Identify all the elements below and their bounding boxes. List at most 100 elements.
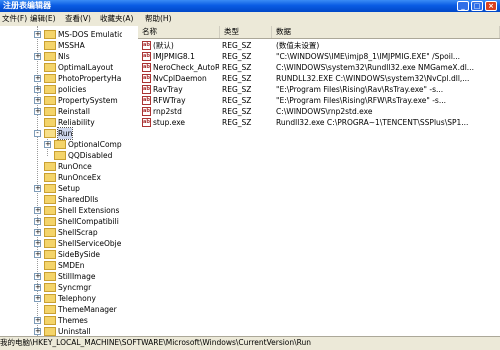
expand-icon[interactable]: + — [34, 31, 41, 38]
folder-icon — [44, 250, 56, 259]
cell-data: "E:\Program Files\Rising\Rav\RsTray.exe"… — [276, 85, 444, 94]
maximize-button[interactable]: □ — [471, 1, 483, 11]
tree-node[interactable]: + ShellCompatibili — [0, 216, 122, 227]
tree-node-label: Reliability — [58, 118, 95, 127]
tree-node-label: QQDisabled — [68, 151, 113, 160]
expand-icon[interactable]: + — [34, 251, 41, 258]
list-row[interactable]: ab stup.exe REG_SZ Rundll32.exe C:\PROGRA~1… — [138, 117, 500, 128]
tree-node[interactable]: Reliability — [0, 117, 122, 128]
tree-node[interactable]: + PropertySystem — [0, 95, 122, 106]
expand-icon[interactable]: + — [34, 328, 41, 335]
cell-data: RUNDLL32.EXE C:\WINDOWS\system32\NvCpl.d… — [276, 74, 470, 83]
list-row[interactable]: ab rnp2std REG_SZ C:\WINDOWS\rnp2std.exe — [138, 106, 500, 117]
collapse-icon[interactable]: - — [34, 130, 41, 137]
column-header-name[interactable]: 名称 — [138, 26, 220, 38]
tree-node[interactable]: + Themes — [0, 315, 122, 326]
tree-node[interactable]: QQDisabled — [0, 150, 122, 161]
expand-icon[interactable]: + — [34, 97, 41, 104]
expand-icon[interactable]: + — [34, 273, 41, 280]
tree-node-label: Run — [56, 127, 74, 140]
tree-node[interactable]: + MS-DOS Emulation — [0, 29, 122, 40]
folder-icon — [44, 305, 56, 314]
tree-node-label: OptionalCompo — [68, 140, 123, 149]
list-row[interactable]: ab RFWTray REG_SZ "E:\Program Files\Rising\… — [138, 95, 500, 106]
string-value-icon: ab — [142, 107, 151, 116]
tree-node[interactable]: + Setup — [0, 183, 122, 194]
expand-icon[interactable]: + — [34, 284, 41, 291]
expand-icon[interactable]: + — [34, 207, 41, 214]
tree-node[interactable]: + Shell Extensions — [0, 205, 122, 216]
tree-node[interactable]: + Uninstall — [0, 326, 122, 336]
tree-node[interactable]: MSSHA — [0, 40, 122, 51]
tree-node[interactable]: ThemeManager — [0, 304, 122, 315]
folder-icon — [44, 316, 56, 325]
expand-icon[interactable]: + — [34, 240, 41, 247]
tree-node[interactable]: + OptionalCompo — [0, 139, 122, 150]
tree-node[interactable]: + ShellScrap — [0, 227, 122, 238]
expand-icon[interactable]: + — [34, 218, 41, 225]
menu-view[interactable]: 查看(V) — [65, 14, 91, 24]
tree-node[interactable]: + SideBySide — [0, 249, 122, 260]
tree-node-label: Syncmgr — [58, 283, 92, 292]
tree-node-label: Shell Extensions — [58, 206, 120, 215]
list-row[interactable]: ab IMJPMIG8.1 REG_SZ "C:\WINDOWS\IME\imjp8_… — [138, 51, 500, 62]
list-header: 名称 类型 数据 — [138, 26, 500, 39]
cell-type: REG_SZ — [222, 41, 252, 50]
tree-node-label: MS-DOS Emulation — [58, 30, 123, 39]
list-row[interactable]: ab RavTray REG_SZ "E:\Program Files\Rising\… — [138, 84, 500, 95]
tree-node[interactable]: + Nls — [0, 51, 122, 62]
cell-name: NvCplDaemon — [153, 74, 207, 83]
column-header-type[interactable]: 类型 — [220, 26, 272, 38]
string-value-icon: ab — [142, 63, 151, 72]
expand-icon[interactable]: + — [34, 295, 41, 302]
tree-node-label: RunOnce — [58, 162, 92, 171]
list-row[interactable]: ab NvCplDaemon REG_SZ RUNDLL32.EXE C:\WINDO… — [138, 73, 500, 84]
string-value-icon: ab — [142, 41, 151, 50]
folder-icon — [44, 261, 56, 270]
expand-icon[interactable]: + — [34, 108, 41, 115]
tree-node[interactable]: SMDEn — [0, 260, 122, 271]
tree-node[interactable]: + PhotoPropertyHan — [0, 73, 122, 84]
expand-icon[interactable]: + — [44, 141, 51, 148]
expand-icon[interactable]: + — [34, 229, 41, 236]
folder-icon — [44, 217, 56, 226]
expand-icon[interactable]: + — [34, 185, 41, 192]
tree-node-label: Uninstall — [58, 327, 91, 336]
cell-name: stup.exe — [153, 118, 186, 127]
cell-name: RFWTray — [153, 96, 186, 105]
window-title: 注册表编辑器 — [3, 1, 51, 10]
cell-data: C:\WINDOWS\rnp2std.exe — [276, 107, 373, 116]
tree-node[interactable]: SharedDlls — [0, 194, 122, 205]
string-value-icon: ab — [142, 118, 151, 127]
expand-icon[interactable]: + — [34, 317, 41, 324]
list-row[interactable]: ab (默认) REG_SZ (数值未设置) — [138, 40, 500, 51]
menu-help[interactable]: 帮助(H) — [145, 14, 172, 24]
menu-bar: 文件(F) 编辑(E) 查看(V) 收藏夹(A) 帮助(H) — [0, 12, 500, 27]
folder-icon — [44, 206, 56, 215]
tree-node[interactable]: - Run — [0, 127, 122, 140]
menu-favorites[interactable]: 收藏夹(A) — [100, 14, 133, 24]
registry-tree[interactable]: + MS-DOS Emulation MSSHA + Nls OptimalLayout +… — [0, 26, 123, 336]
tree-node-label: OptimalLayout — [58, 63, 114, 72]
tree-node[interactable]: RunOnce — [0, 161, 122, 172]
expand-icon[interactable]: + — [34, 75, 41, 82]
menu-file[interactable]: 文件(F) — [2, 14, 27, 24]
list-row[interactable]: abNeroCheck_AutoRunREG_SZ C:\WINDOWS\syst… — [138, 62, 500, 73]
tree-node[interactable]: + Reinstall — [0, 106, 122, 117]
close-button[interactable]: × — [485, 1, 497, 11]
tree-node[interactable]: + ShellServiceObje — [0, 238, 122, 249]
tree-node[interactable]: RunOnceEx — [0, 172, 122, 183]
tree-node[interactable]: OptimalLayout — [0, 62, 122, 73]
expand-icon[interactable]: + — [34, 86, 41, 93]
minimize-button[interactable]: _ — [457, 1, 469, 11]
value-list[interactable]: 名称 类型 数据 ab (默认) REG_SZ (数值未设置) ab IMJPMIG8.1… — [138, 26, 500, 336]
tree-node[interactable]: + StillImage — [0, 271, 122, 282]
tree-node[interactable]: + Syncmgr — [0, 282, 122, 293]
pane-splitter[interactable] — [122, 26, 138, 336]
column-header-data[interactable]: 数据 — [272, 26, 500, 38]
menu-edit[interactable]: 编辑(E) — [30, 14, 56, 24]
expand-icon[interactable]: + — [34, 53, 41, 60]
tree-node[interactable]: + Telephony — [0, 293, 122, 304]
folder-icon — [44, 195, 56, 204]
tree-node[interactable]: + policies — [0, 84, 122, 95]
